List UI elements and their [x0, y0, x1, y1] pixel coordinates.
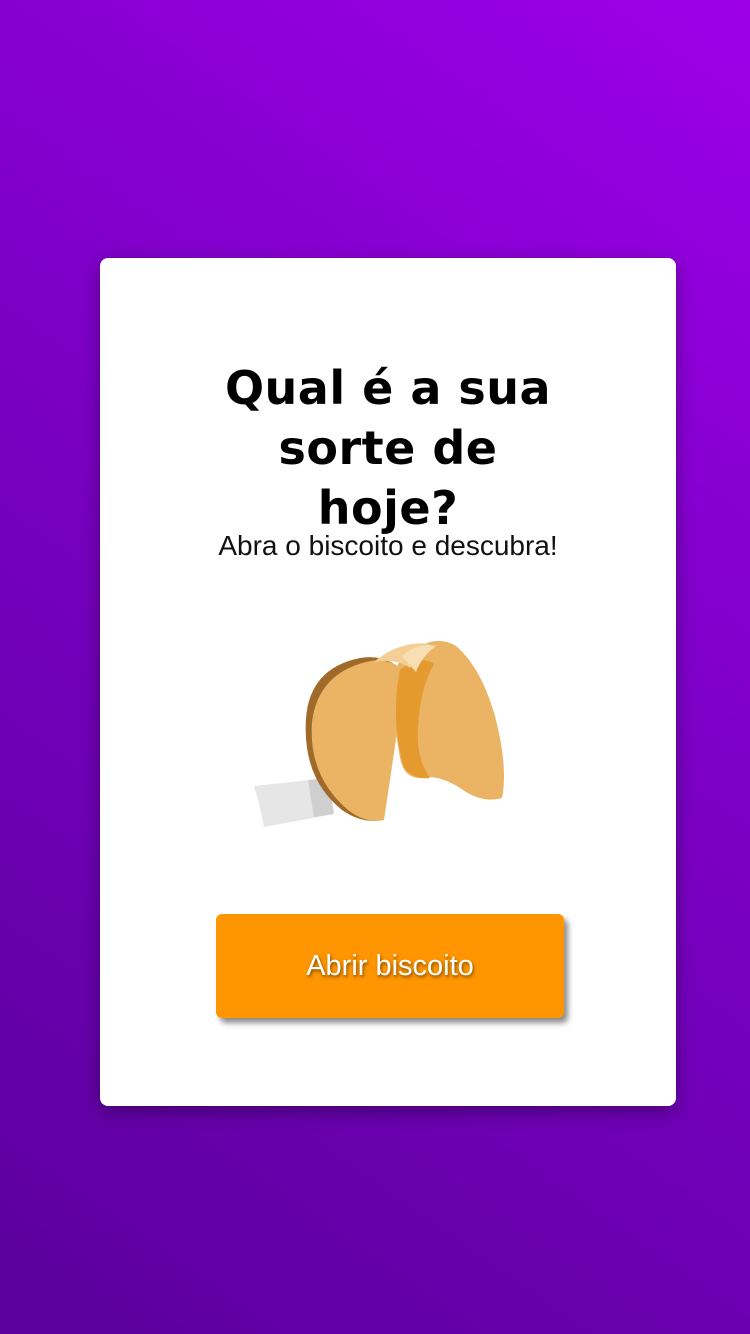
open-cookie-button[interactable]: Abrir biscoito [216, 914, 564, 1018]
fortune-card: Qual é a sua sorte de hoje? Abra o bisco… [100, 258, 676, 1106]
page-title: Qual é a sua sorte de hoje? [224, 361, 552, 535]
fortune-cookie-icon [254, 640, 504, 827]
page-subtitle: Abra o biscoito e descubra! [218, 530, 558, 561]
